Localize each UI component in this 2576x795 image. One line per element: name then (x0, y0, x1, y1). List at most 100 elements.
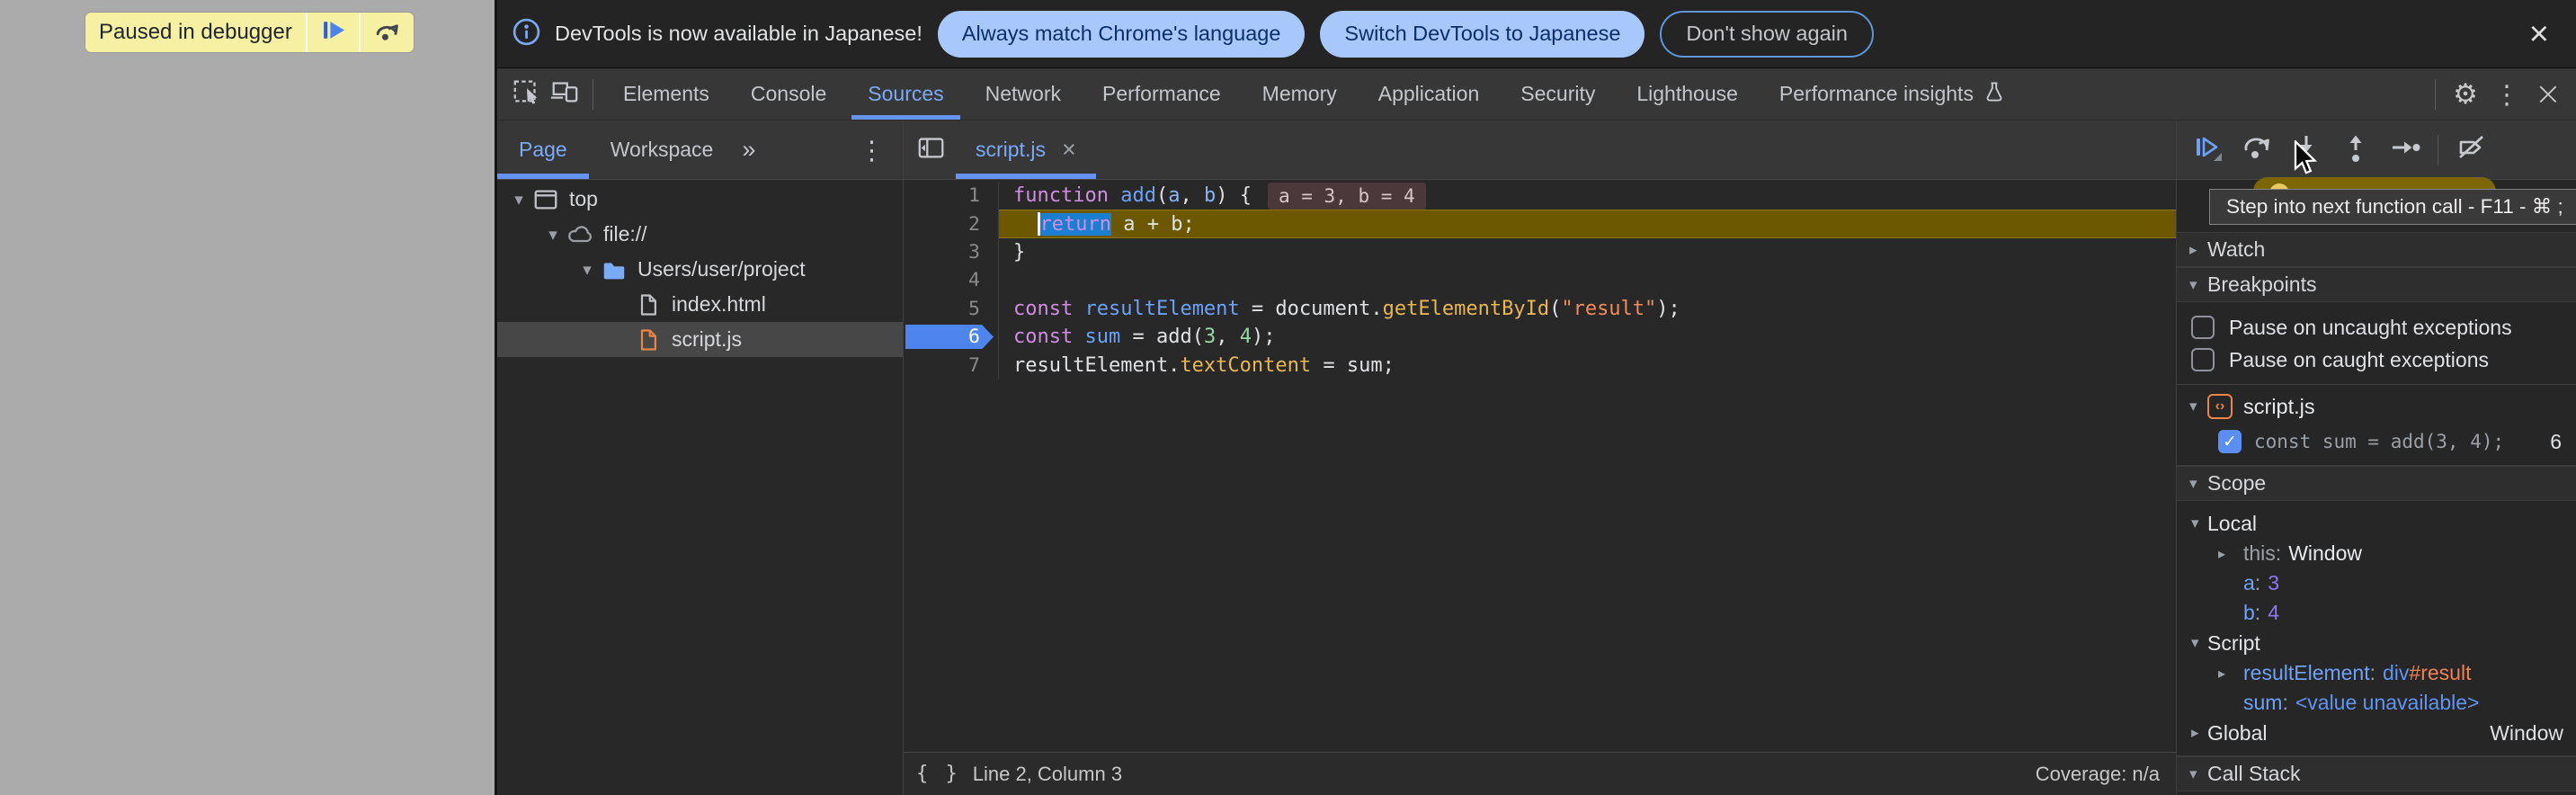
tab-sources[interactable]: Sources (847, 68, 964, 120)
infobar-action-button[interactable]: Don't show again (1660, 11, 1874, 58)
inspect-element-button[interactable] (508, 74, 546, 115)
code-token: add (1120, 184, 1156, 207)
navigator-tab-page[interactable]: Page (497, 121, 589, 179)
tree-item-script-js[interactable]: script.js (497, 322, 903, 357)
line-number[interactable]: 5 (904, 295, 999, 323)
tree-item-index-html[interactable]: index.html (497, 287, 903, 322)
tab-label: Network (985, 82, 1061, 106)
toggle-device-toolbar-button[interactable] (546, 74, 584, 115)
tab-memory[interactable]: Memory (1242, 68, 1358, 120)
debugger-controls (2176, 121, 2576, 179)
code-token: sum (1084, 326, 1120, 348)
step-out-icon (2340, 131, 2372, 168)
deactivate-breakpoints-icon (2456, 131, 2488, 168)
code-line-body[interactable] (999, 266, 2176, 294)
chevron-right-icon: ▸ (2218, 545, 2243, 562)
tree-item-users-user-project[interactable]: ▾Users/user/project (497, 252, 903, 287)
breakpoint-marker[interactable]: 6 (904, 323, 999, 351)
tab-elements[interactable]: Elements (602, 68, 730, 120)
code-token: ) { (1216, 184, 1252, 207)
scope-property-a[interactable]: a:3 (2177, 568, 2576, 598)
line-number[interactable]: 1 (904, 182, 999, 210)
code-line-body[interactable]: const resultElement = document.getElemen… (999, 295, 2176, 323)
tree-expand-arrow-icon[interactable]: ▾ (508, 190, 530, 210)
tab-label: Performance (1102, 82, 1221, 106)
code-line-body[interactable]: } (999, 238, 2176, 266)
close-devtools-icon[interactable]: × (2527, 76, 2569, 112)
tree-item-file-[interactable]: ▾file:// (497, 217, 903, 252)
code-line-body[interactable]: function add(a, b) {a = 3, b = 4 (999, 182, 2176, 210)
step-button[interactable] (2380, 121, 2429, 179)
code-token (1013, 213, 1038, 236)
tree-expand-arrow-icon[interactable]: ▾ (542, 225, 564, 245)
step-icon (2389, 131, 2421, 168)
tab-label: Application (1378, 82, 1480, 106)
step-over-button[interactable] (2232, 121, 2281, 179)
code-line-body[interactable]: const sum = add(3, 4); (999, 323, 2176, 351)
code-token: = sum; (1311, 354, 1395, 377)
editor-tab-script-js[interactable]: script.js × (956, 121, 1096, 179)
pretty-print-icon[interactable]: { } (916, 763, 960, 785)
scope-property-b[interactable]: b:4 (2177, 598, 2576, 628)
tab-network[interactable]: Network (965, 68, 1082, 120)
tab-lighthouse[interactable]: Lighthouse (1616, 68, 1759, 120)
line-number[interactable]: 3 (904, 238, 999, 266)
section-header-scope[interactable]: ▾Scope (2177, 466, 2576, 501)
breakpoint-entry[interactable]: ✓const sum = add(3, 4);6 (2177, 424, 2576, 459)
breakpoint-file-group[interactable]: ▾‹›script.js (2177, 389, 2576, 424)
scope-property-this[interactable]: ▸this:Window (2177, 539, 2576, 568)
tab-console[interactable]: Console (730, 68, 847, 120)
scope-category-label: Local (2207, 512, 2257, 536)
tab-performance-insights[interactable]: Performance insights (1759, 68, 2027, 120)
step-out-button[interactable] (2331, 121, 2380, 179)
execution-line[interactable]: return a + b; (999, 210, 2176, 237)
section-header-watch[interactable]: ▸Watch (2177, 232, 2576, 267)
navigator-tab-workspace[interactable]: Workspace (589, 121, 735, 179)
tab-application[interactable]: Application (1358, 68, 1501, 120)
section-header-label: Watch (2207, 237, 2265, 262)
infobar-action-button[interactable]: Always match Chrome's language (938, 11, 1306, 58)
chevron-down-icon: ▾ (2177, 276, 2207, 294)
checkbox-checked[interactable]: ✓ (2218, 430, 2242, 453)
scope-category-script[interactable]: ▾Script (2177, 628, 2576, 658)
line-number[interactable]: 2 (904, 210, 999, 237)
section-header-breakpoints[interactable]: ▾Breakpoints (2177, 267, 2576, 302)
scope-category-global[interactable]: ▸GlobalWindow (2177, 718, 2576, 748)
tab-label: Console (751, 82, 826, 106)
scope-property-sum[interactable]: sum:<value unavailable> (2177, 688, 2576, 718)
deactivate-breakpoints-button[interactable] (2447, 121, 2496, 179)
line-number[interactable]: 7 (904, 351, 999, 379)
step-over-banner-button[interactable] (359, 13, 414, 52)
checkbox-unchecked[interactable] (2191, 316, 2215, 339)
more-tabs-chevron-icon[interactable]: » (735, 121, 762, 179)
resume-script-button[interactable] (306, 13, 359, 52)
inline-values-hint: a = 3, b = 4 (1268, 183, 1426, 210)
code-area[interactable]: 1function add(a, b) {a = 3, b = 42 retur… (904, 180, 2176, 752)
resume-icon (2191, 131, 2224, 168)
property-name: resultElement (2243, 661, 2370, 685)
navigator-menu-kebab-icon[interactable]: ⋮ (841, 121, 903, 179)
checkbox-unchecked[interactable] (2191, 348, 2215, 371)
breakpoint-line-number: 6 (2550, 430, 2576, 454)
infobar-close-icon[interactable]: × (2522, 17, 2556, 51)
resume-icon (321, 18, 345, 47)
scope-property-resultelement[interactable]: ▸resultElement:div#result (2177, 658, 2576, 688)
hide-navigator-button[interactable] (904, 121, 956, 179)
settings-gear-icon[interactable]: ⚙ (2445, 78, 2486, 111)
scope-category-local[interactable]: ▾Local (2177, 508, 2576, 539)
tab-security[interactable]: Security (1500, 68, 1616, 120)
tab-performance[interactable]: Performance (1082, 68, 1242, 120)
line-number[interactable]: 4 (904, 266, 999, 294)
scope-category-value: Window (2490, 721, 2576, 746)
more-options-kebab-icon[interactable]: ⋮ (2486, 79, 2527, 110)
close-tab-icon[interactable]: × (1062, 138, 1076, 162)
tree-expand-arrow-icon[interactable]: ▾ (576, 260, 598, 280)
checkbox-label: Pause on caught exceptions (2229, 348, 2489, 372)
line-number-label: 5 (968, 298, 980, 320)
debugger-sidebar: ▸Watch▾BreakpointsPause on uncaught exce… (2176, 180, 2576, 795)
infobar-action-button[interactable]: Switch DevTools to Japanese (1320, 11, 1645, 58)
tree-item-top[interactable]: ▾top (497, 182, 903, 217)
section-header-call-stack[interactable]: ▾Call Stack (2177, 756, 2576, 791)
code-line-body[interactable]: resultElement.textContent = sum; (999, 351, 2176, 379)
resume-button[interactable] (2182, 121, 2232, 179)
